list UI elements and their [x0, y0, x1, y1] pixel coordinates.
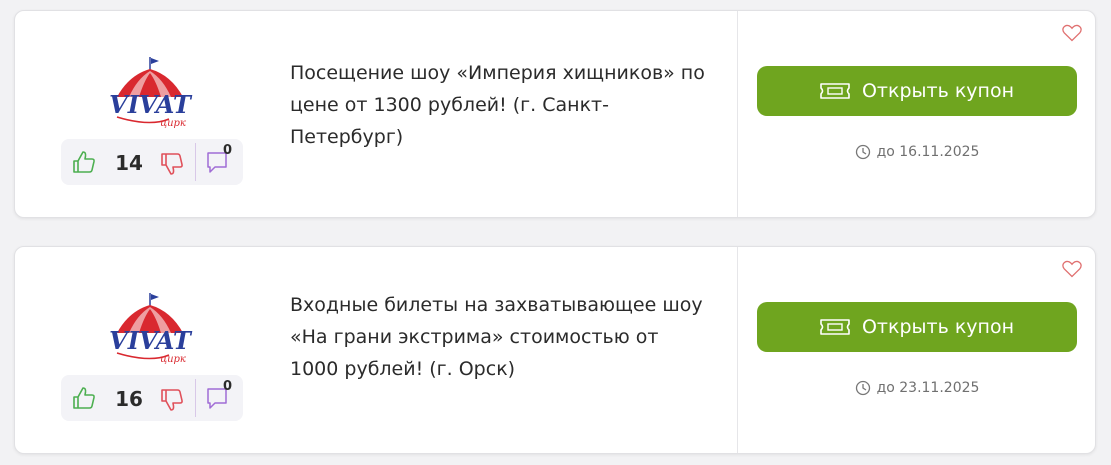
coupon-card: VIVAT цирк 16 0 Входные билеты на захват…	[14, 246, 1096, 454]
vivat-circus-logo[interactable]: VIVAT цирк	[107, 289, 193, 369]
heart-icon[interactable]	[1062, 24, 1082, 42]
divider	[737, 11, 738, 217]
coupon-description[interactable]: Входные билеты на захватывающее шоу «На …	[290, 289, 710, 385]
open-coupon-label: Открыть купон	[861, 80, 1015, 102]
vivat-circus-logo[interactable]: VIVAT цирк	[107, 53, 193, 133]
rating-panel: 14 0	[61, 139, 243, 185]
likes-count: 16	[115, 387, 143, 411]
ticket-icon	[820, 83, 850, 99]
coupon-description[interactable]: Посещение шоу «Империя хищников» по цене…	[290, 57, 710, 153]
thumbs-up-icon[interactable]	[71, 385, 97, 411]
ticket-icon	[820, 319, 850, 335]
svg-text:VIVAT: VIVAT	[109, 326, 193, 355]
expiry-text: до 16.11.2025	[876, 144, 980, 160]
likes-count: 14	[115, 151, 143, 175]
expiry-date: до 23.11.2025	[757, 380, 1077, 396]
expiry-text: до 23.11.2025	[876, 380, 980, 396]
clock-icon	[855, 144, 870, 160]
thumbs-down-icon[interactable]	[159, 151, 185, 177]
divider	[737, 247, 738, 453]
svg-text:цирк: цирк	[160, 118, 186, 129]
clock-icon	[855, 380, 870, 396]
thumbs-down-icon[interactable]	[159, 387, 185, 413]
divider	[195, 143, 196, 181]
rating-panel: 16 0	[61, 375, 243, 421]
open-coupon-button[interactable]: Открыть купон	[757, 302, 1077, 352]
comments-count: 0	[223, 379, 233, 394]
thumbs-up-icon[interactable]	[71, 149, 97, 175]
coupon-card: VIVAT цирк 14 0 Посещение шоу «Империя х…	[14, 10, 1096, 218]
heart-icon[interactable]	[1062, 260, 1082, 278]
open-coupon-button[interactable]: Открыть купон	[757, 66, 1077, 116]
svg-text:цирк: цирк	[160, 354, 186, 365]
divider	[195, 379, 196, 417]
svg-text:VIVAT: VIVAT	[109, 90, 193, 119]
open-coupon-label: Открыть купон	[861, 316, 1015, 338]
expiry-date: до 16.11.2025	[757, 144, 1077, 160]
comments-count: 0	[223, 143, 233, 158]
